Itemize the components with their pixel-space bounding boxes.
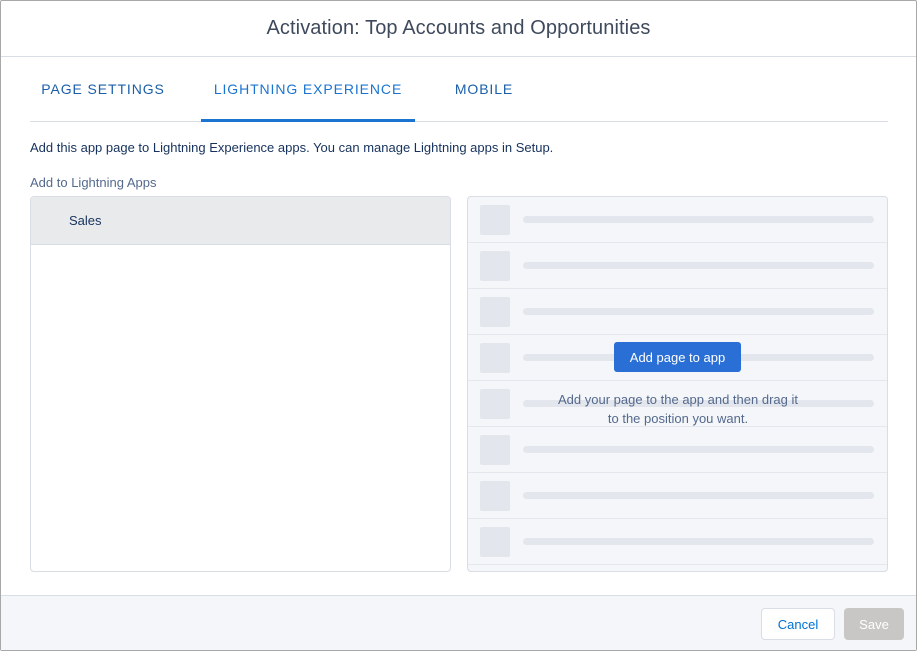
placeholder-row <box>468 243 887 289</box>
tab-mobile[interactable]: MOBILE <box>443 58 525 119</box>
placeholder-icon <box>480 205 510 235</box>
add-page-to-app-button[interactable]: Add page to app <box>614 342 741 372</box>
placeholder-row <box>468 565 887 571</box>
placeholder-icon <box>480 527 510 557</box>
add-to-apps-label: Add to Lightning Apps <box>30 175 157 190</box>
preview-help-line-2: to the position you want. <box>607 411 749 426</box>
placeholder-icon <box>480 343 510 373</box>
cancel-button[interactable]: Cancel <box>761 608 835 640</box>
placeholder-icon <box>480 389 510 419</box>
app-navigation-preview: Add page to app Add your page to the app… <box>467 196 888 572</box>
placeholder-icon <box>480 251 510 281</box>
preview-help-line-1: Add your page to the app and then drag i… <box>558 392 798 407</box>
placeholder-row <box>468 473 887 519</box>
placeholder-line <box>523 538 874 545</box>
app-item-sales[interactable]: Sales <box>31 197 450 245</box>
placeholder-row <box>468 519 887 565</box>
placeholder-line <box>523 446 874 453</box>
placeholder-icon <box>480 481 510 511</box>
activation-modal: Activation: Top Accounts and Opportuniti… <box>0 0 917 651</box>
placeholder-line <box>523 262 874 269</box>
tab-lightning-experience[interactable]: LIGHTNING EXPERIENCE <box>201 58 415 122</box>
modal-header: Activation: Top Accounts and Opportuniti… <box>1 1 916 57</box>
tab-description: Add this app page to Lightning Experienc… <box>30 140 554 155</box>
placeholder-icon <box>480 435 510 465</box>
modal-title: Activation: Top Accounts and Opportuniti… <box>266 17 651 39</box>
tab-page-settings[interactable]: PAGE SETTINGS <box>30 58 176 119</box>
modal-footer: Cancel Save <box>1 595 916 650</box>
placeholder-row <box>468 427 887 473</box>
tab-bar: PAGE SETTINGS LIGHTNING EXPERIENCE MOBIL… <box>30 58 888 122</box>
placeholder-line <box>523 492 874 499</box>
placeholder-line <box>523 216 874 223</box>
placeholder-icon <box>480 297 510 327</box>
placeholder-line <box>523 308 874 315</box>
lightning-apps-list: Sales <box>30 196 451 572</box>
save-button[interactable]: Save <box>844 608 904 640</box>
placeholder-row <box>468 197 887 243</box>
preview-help-text: Add your page to the app and then drag i… <box>538 390 818 428</box>
placeholder-row <box>468 289 887 335</box>
